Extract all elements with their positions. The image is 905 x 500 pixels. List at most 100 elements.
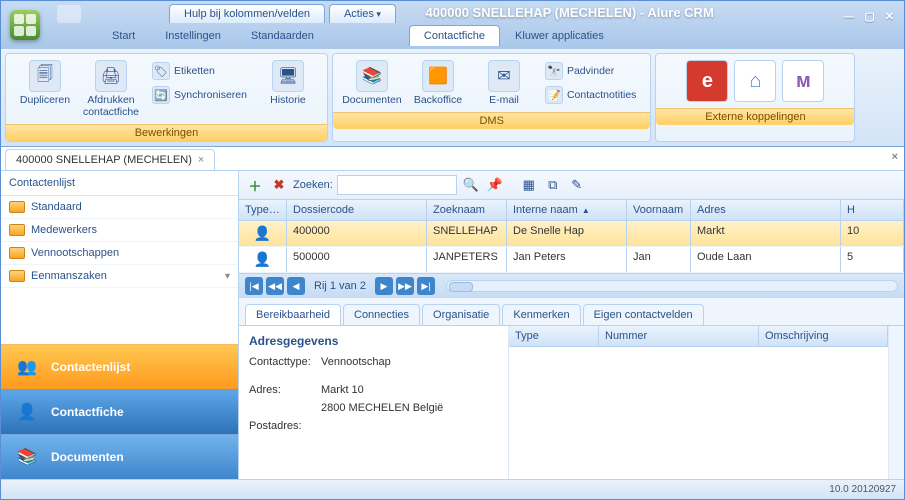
sidebar-item-vennootschappen[interactable]: Vennootschappen bbox=[1, 242, 238, 265]
row-type-icon: 👤 bbox=[239, 247, 287, 272]
dcol-nummer[interactable]: Nummer bbox=[599, 326, 759, 346]
search-label: Zoeken: bbox=[293, 179, 333, 191]
ribbon-historie[interactable]: 🖥Historie bbox=[259, 60, 317, 106]
ribbon-documenten[interactable]: 📚Documenten bbox=[343, 60, 401, 106]
ribbon-padvinder[interactable]: 🔭Padvinder bbox=[541, 60, 640, 82]
notes-icon: 📝 bbox=[545, 86, 563, 104]
col-voornaam[interactable]: Voornaam bbox=[627, 200, 691, 220]
document-tab[interactable]: 400000 SNELLEHAP (MECHELEN) × bbox=[5, 149, 215, 170]
menu-tab-kluwer[interactable]: Kluwer applicaties bbox=[500, 25, 619, 46]
qat-button[interactable] bbox=[57, 5, 81, 23]
page-first[interactable]: |◀ bbox=[245, 277, 263, 295]
add-button[interactable]: ＋ bbox=[245, 175, 265, 195]
subtab-eigenvelden[interactable]: Eigen contactvelden bbox=[583, 304, 704, 325]
table-row[interactable]: 👤 500000 JANPETERS Jan Peters Jan Oude L… bbox=[239, 247, 904, 273]
list-icon bbox=[9, 270, 25, 282]
subtab-connecties[interactable]: Connecties bbox=[343, 304, 420, 325]
adres-line1: Markt 10 bbox=[321, 384, 364, 396]
grid-toolbar: ＋ ✖ Zoeken: 🔍 📌 ▦ ⧉ ✎ bbox=[239, 171, 904, 200]
sidebar-item-medewerkers[interactable]: Medewerkers bbox=[1, 219, 238, 242]
nav-contactenlijst[interactable]: 👥Contactenlijst bbox=[1, 344, 238, 389]
ribbon-email[interactable]: ✉E-mail bbox=[475, 60, 533, 106]
nav-contactfiche[interactable]: 👤Contactfiche bbox=[1, 389, 238, 434]
ribbon-etiketten[interactable]: 🏷Etiketten bbox=[148, 60, 251, 82]
status-bar: 10.0 20120927 bbox=[1, 479, 904, 499]
ribbon-group-externe: Externe koppelingen bbox=[656, 108, 854, 125]
page-prev-set[interactable]: ◀◀ bbox=[266, 277, 284, 295]
data-grid: Typering Dossiercode Zoeknaam Interne na… bbox=[239, 200, 904, 274]
sidebar-item-eenmanszaken[interactable]: Eenmanszaken▾ bbox=[1, 265, 238, 288]
context-tab-help[interactable]: Hulp bij kolommen/velden bbox=[169, 4, 325, 23]
document-tab-label: 400000 SNELLEHAP (MECHELEN) bbox=[16, 154, 192, 166]
title-bar: Hulp bij kolommen/velden Acties 400000 S… bbox=[1, 1, 904, 49]
menu-tab-standaarden[interactable]: Standaarden bbox=[236, 25, 329, 46]
print-icon: 🖨 bbox=[95, 60, 127, 92]
grid-tool-3[interactable]: ✎ bbox=[567, 175, 587, 195]
binoculars-icon: 🔭 bbox=[545, 62, 563, 80]
sidebar-item-standaard[interactable]: Standaard bbox=[1, 196, 238, 219]
subtab-kenmerken[interactable]: Kenmerken bbox=[502, 304, 580, 325]
col-interne-naam[interactable]: Interne naam▲ bbox=[507, 200, 627, 220]
expand-icon[interactable]: ▾ bbox=[225, 271, 230, 282]
page-next[interactable]: ▶ bbox=[375, 277, 393, 295]
subtab-bereikbaarheid[interactable]: Bereikbaarheid bbox=[245, 304, 341, 325]
duplicate-icon: 🗐 bbox=[29, 60, 61, 92]
document-tab-close[interactable]: × bbox=[198, 154, 204, 166]
email-icon: ✉ bbox=[488, 60, 520, 92]
ribbon-backoffice[interactable]: 🟧Backoffice bbox=[409, 60, 467, 106]
sidebar-heading: Contactenlijst bbox=[1, 171, 238, 196]
page-last[interactable]: ▶| bbox=[417, 277, 435, 295]
col-typering[interactable]: Typering bbox=[239, 200, 287, 220]
col-dossiercode[interactable]: Dossiercode bbox=[287, 200, 427, 220]
contacttype-value: Vennootschap bbox=[321, 356, 391, 368]
ribbon-synchroniseren[interactable]: 🔄Synchroniseren bbox=[148, 84, 251, 106]
close-button[interactable]: ✕ bbox=[885, 10, 894, 23]
menu-tab-contactfiche[interactable]: Contactfiche bbox=[409, 25, 500, 46]
context-tab-actions[interactable]: Acties bbox=[329, 4, 396, 23]
documents-icon: 📚 bbox=[356, 60, 388, 92]
menu-tabs: Start Instellingen Standaarden Contactfi… bbox=[49, 23, 904, 47]
menu-tab-start[interactable]: Start bbox=[97, 25, 150, 46]
detail-panel: Adresgegevens Contacttype:Vennootschap A… bbox=[239, 326, 904, 479]
ribbon-afdrukken[interactable]: 🖨Afdrukken contactfiche bbox=[82, 60, 140, 118]
menu-tab-instellingen[interactable]: Instellingen bbox=[150, 25, 236, 46]
table-row[interactable]: 👤 400000 SNELLEHAP De Snelle Hap Markt 1… bbox=[239, 221, 904, 247]
main-panel: ＋ ✖ Zoeken: 🔍 📌 ▦ ⧉ ✎ Typering Dossierco… bbox=[239, 171, 904, 479]
app-menu-button[interactable] bbox=[1, 1, 49, 49]
external-app-3[interactable]: ᴍ bbox=[782, 60, 824, 102]
label-icon: 🏷 bbox=[152, 62, 170, 80]
sort-asc-icon: ▲ bbox=[582, 206, 590, 215]
pin-button[interactable]: 📌 bbox=[485, 175, 505, 195]
version-label: 10.0 20120927 bbox=[829, 484, 896, 495]
page-prev[interactable]: ◀ bbox=[287, 277, 305, 295]
list-icon bbox=[9, 247, 25, 259]
sidebar: Contactenlijst Standaard Medewerkers Ven… bbox=[1, 171, 239, 479]
dcol-type[interactable]: Type bbox=[509, 326, 599, 346]
list-icon bbox=[9, 224, 25, 236]
ribbon-dupliceren[interactable]: 🗐Dupliceren bbox=[16, 60, 74, 106]
col-h[interactable]: H bbox=[841, 200, 904, 220]
col-adres[interactable]: Adres bbox=[691, 200, 841, 220]
history-icon: 🖥 bbox=[272, 60, 304, 92]
search-input[interactable] bbox=[337, 175, 457, 195]
grid-tool-1[interactable]: ▦ bbox=[519, 175, 539, 195]
delete-button[interactable]: ✖ bbox=[269, 175, 289, 195]
horizontal-scrollbar[interactable] bbox=[446, 280, 898, 292]
maximize-button[interactable]: ▢ bbox=[864, 10, 874, 23]
vertical-scrollbar[interactable] bbox=[888, 326, 904, 479]
dcol-omschrijving[interactable]: Omschrijving bbox=[759, 326, 888, 346]
search-button[interactable]: 🔍 bbox=[461, 175, 481, 195]
window-title: 400000 SNELLEHAP (MECHELEN) - Alure CRM bbox=[426, 5, 814, 20]
col-zoeknaam[interactable]: Zoeknaam bbox=[427, 200, 507, 220]
external-app-2[interactable]: ⌂ bbox=[734, 60, 776, 102]
ribbon-contactnotities[interactable]: 📝Contactnotities bbox=[541, 84, 640, 106]
page-next-set[interactable]: ▶▶ bbox=[396, 277, 414, 295]
close-all-tabs[interactable]: × bbox=[892, 151, 898, 163]
external-app-1[interactable]: e bbox=[686, 60, 728, 102]
subtab-organisatie[interactable]: Organisatie bbox=[422, 304, 500, 325]
detail-heading: Adresgegevens bbox=[249, 334, 498, 348]
minimize-button[interactable]: — bbox=[843, 11, 854, 23]
nav-documenten[interactable]: 📚Documenten bbox=[1, 434, 238, 479]
adres-line2: 2800 MECHELEN België bbox=[321, 402, 443, 414]
grid-tool-2[interactable]: ⧉ bbox=[543, 175, 563, 195]
